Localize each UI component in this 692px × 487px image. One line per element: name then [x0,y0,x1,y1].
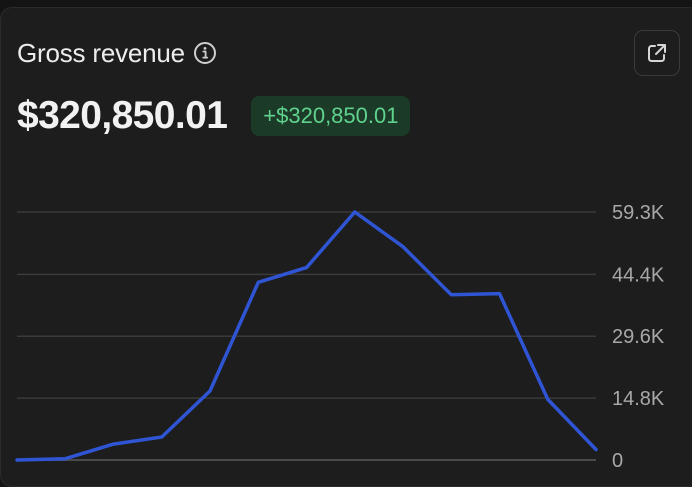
open-external-button[interactable] [634,30,680,76]
y-tick-label: 0 [612,450,623,472]
gross-revenue-value: $320,850.01 [17,94,228,137]
chart-gridlines [17,211,596,461]
y-tick-label: 14.8K [612,388,665,410]
info-circle-icon[interactable] [193,41,217,65]
y-tick-label: 29.6K [612,326,665,348]
metric-row: $320,850.01 +$320,850.01 [17,92,411,140]
delta-badge: +$320,850.01 [251,96,411,136]
chart-y-axis: 0 14.8K 29.6K 44.4K 59.3K [612,202,665,472]
revenue-chart: 0 14.8K 29.6K 44.4K 59.3K [15,202,665,472]
external-link-icon [648,44,666,62]
y-tick-label: 44.4K [612,264,665,286]
card-title: Gross revenue [17,37,185,68]
y-tick-label: 59.3K [612,202,665,224]
card-header: Gross revenue [17,38,217,68]
